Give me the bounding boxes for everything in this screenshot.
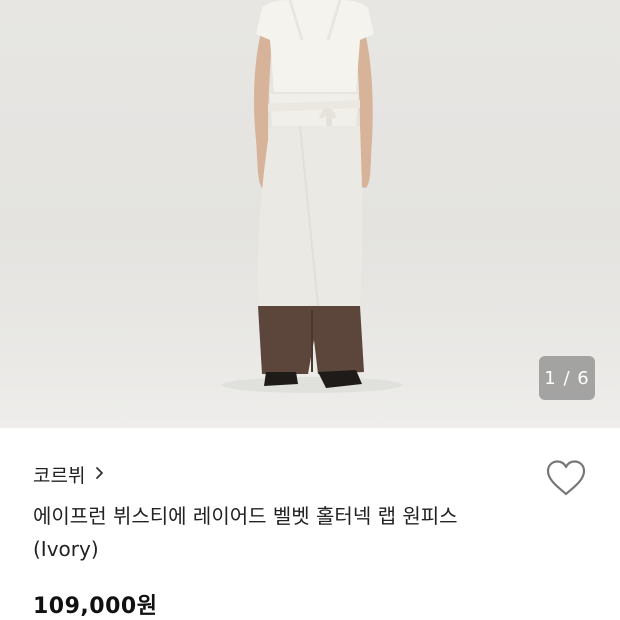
product-photo <box>222 0 402 393</box>
brand-name: 코르뷔 <box>33 464 86 487</box>
chevron-right-icon <box>95 463 105 485</box>
product-image-gallery[interactable]: 1 / 6 <box>0 0 620 428</box>
like-button[interactable] <box>544 458 588 498</box>
product-price: 109,000원 <box>33 594 158 619</box>
image-counter: 1 / 6 <box>539 356 595 400</box>
product-detail-page: 1 / 6 코르뷔 에이프런 뷔스티에 레이어드 벨벳 홀터넥 랩 원피스 (I… <box>0 0 620 620</box>
product-title-line1: 에이프런 뷔스티에 레이어드 벨벳 홀터넥 랩 원피스 <box>33 504 458 528</box>
heart-outline-icon <box>546 460 586 496</box>
product-info: 코르뷔 에이프런 뷔스티에 레이어드 벨벳 홀터넥 랩 원피스 (Ivory) … <box>0 428 620 620</box>
product-title-line2: (Ivory) <box>33 537 99 561</box>
brand-link[interactable]: 코르뷔 <box>33 461 105 487</box>
product-title: 에이프런 뷔스티에 레이어드 벨벳 홀터넥 랩 원피스 (Ivory) <box>33 500 533 566</box>
